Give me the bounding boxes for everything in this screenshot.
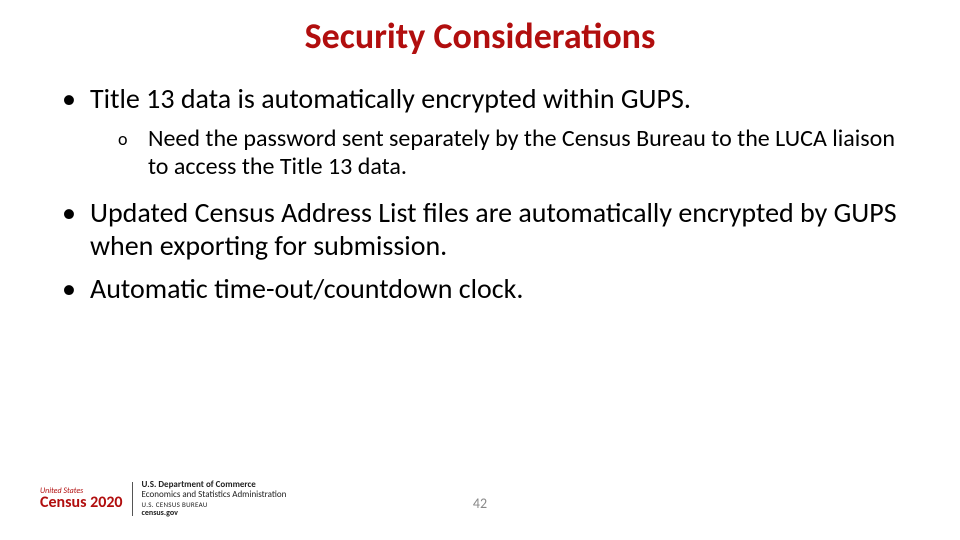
slide-body: • Title 13 data is automatically encrypt… — [62, 82, 912, 315]
bullet-item-2: • Updated Census Address List files are … — [62, 196, 912, 262]
sub-bullet-text: Need the password sent separately by the… — [148, 125, 912, 182]
bullet-marker-icon: • — [62, 272, 90, 305]
slide-title: Security Considerations — [0, 14, 960, 58]
bullet-text: Automatic time-out/countdown clock. — [90, 272, 912, 305]
page-number: 42 — [0, 495, 960, 512]
bullet-marker-icon: • — [62, 196, 90, 262]
bullet-text: Updated Census Address List files are au… — [90, 196, 912, 262]
sub-bullet-marker-icon: o — [118, 125, 148, 182]
bullet-text: Title 13 data is automatically encrypted… — [90, 82, 912, 115]
bullet-item-3: • Automatic time-out/countdown clock. — [62, 272, 912, 305]
bullet-item-1: • Title 13 data is automatically encrypt… — [62, 82, 912, 115]
bullet-marker-icon: • — [62, 82, 90, 115]
slide: Security Considerations • Title 13 data … — [0, 0, 960, 540]
sub-bullet-item-1: o Need the password sent separately by t… — [118, 125, 912, 182]
